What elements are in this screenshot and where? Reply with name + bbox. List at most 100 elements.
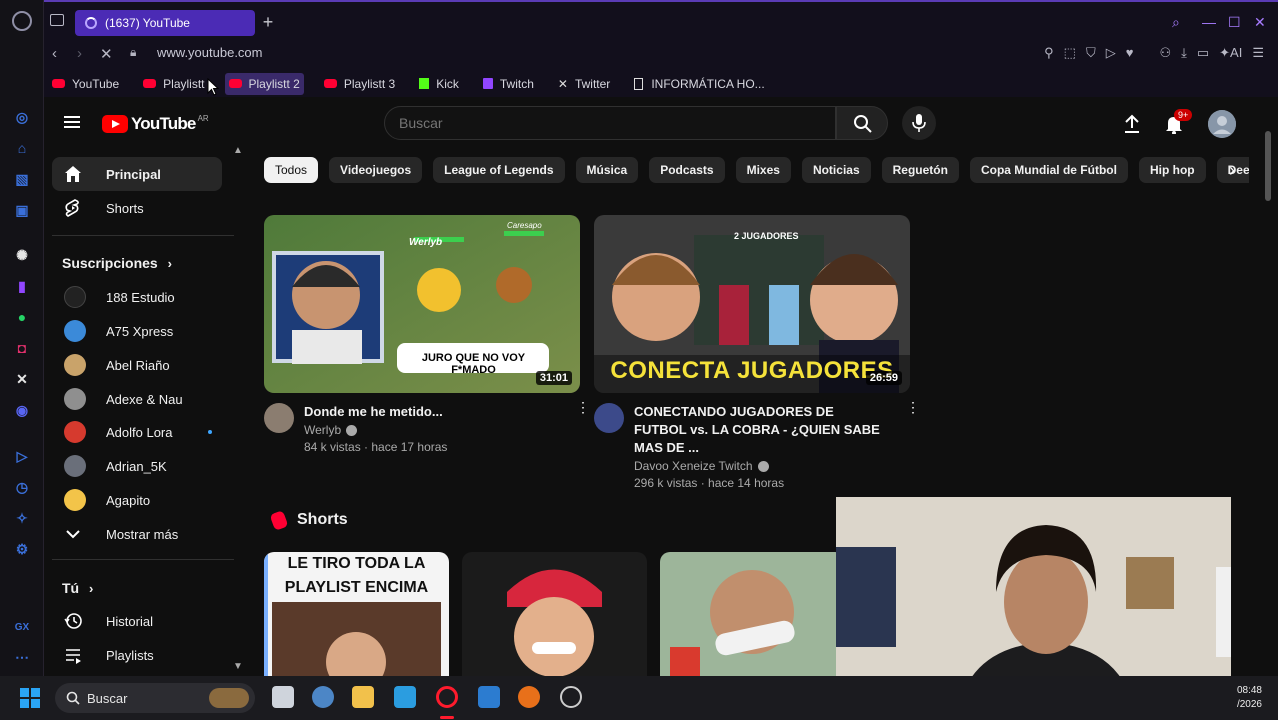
instagram-icon[interactable]: ◘ (13, 339, 31, 357)
file-explorer-icon[interactable] (352, 686, 374, 708)
new-tab-button[interactable]: + (258, 12, 278, 32)
twitch-icon[interactable]: ▮ (13, 277, 31, 295)
history-icon[interactable]: ◷ (13, 478, 31, 496)
tab-menu-icon[interactable] (50, 14, 64, 26)
more-actions-icon[interactable]: ⋮ (906, 400, 920, 414)
gx-control-icon[interactable]: ⌂ (13, 139, 31, 157)
short-card[interactable] (660, 552, 845, 676)
page-scrollbar[interactable] (1265, 131, 1271, 201)
close-window-button[interactable]: ✕ (1254, 14, 1266, 31)
heart-icon[interactable]: ♥ (1126, 45, 1134, 61)
chatgpt-icon[interactable]: ✺ (13, 246, 31, 264)
bookmark-playlistt-3[interactable]: Playlistt 3 (320, 73, 399, 95)
sidebar-item-principal[interactable]: Principal (52, 157, 222, 191)
sidebar-scroll-down-icon[interactable]: ▼ (233, 661, 243, 672)
youtube-logo[interactable]: YouTube AR (102, 114, 209, 134)
short-card[interactable] (462, 552, 647, 676)
video-channel[interactable]: Werlyb (304, 423, 582, 437)
app-icon[interactable] (478, 686, 500, 708)
taskbar-clock[interactable]: 08:48 /2026 (1232, 684, 1262, 712)
chip-videojuegos[interactable]: Videojuegos (329, 157, 423, 183)
taskbar-search[interactable]: Buscar (55, 683, 255, 713)
subscription-188-estudio[interactable]: 188 Estudio (52, 280, 222, 314)
short-card[interactable]: LE TIRO TODA LA PLAYLIST ENCIMA (264, 552, 449, 676)
settings-icon[interactable]: ⚙ (13, 540, 31, 558)
video-thumbnail[interactable]: Werlyb Caresapo JURO QUE NO VOY F*MADO 3… (264, 215, 580, 393)
bookmark-kick[interactable]: Kick (415, 73, 463, 95)
video-card[interactable]: 2 JUGADORES CONECTA JUGADORES 26:59 CONE… (594, 215, 920, 490)
chip-league-of-legends[interactable]: League of Legends (433, 157, 565, 183)
video-thumbnail[interactable]: 2 JUGADORES CONECTA JUGADORES 26:59 (594, 215, 910, 393)
notepad-icon[interactable] (394, 686, 416, 708)
extensions-icon[interactable]: ✧ (13, 509, 31, 527)
bookmark-youtube[interactable]: YouTube (48, 73, 123, 95)
x-icon[interactable]: ✕ (13, 370, 31, 388)
search-input[interactable] (385, 107, 835, 139)
menu-icon[interactable]: ☰ (1252, 45, 1264, 61)
video-title[interactable]: Donde me he metido... (304, 403, 554, 421)
settings-icon[interactable] (312, 686, 334, 708)
voice-search-button[interactable] (902, 106, 936, 140)
video-channel[interactable]: Davoo Xeneize Twitch (634, 459, 912, 473)
bookmark-informatica[interactable]: INFORMÁTICA HO... (630, 73, 768, 95)
subscription-abel-riano[interactable]: Abel Riaño (52, 348, 222, 382)
bookmark-twitch[interactable]: Twitch (479, 73, 538, 95)
whatsapp-icon[interactable]: ● (13, 308, 31, 326)
chip-noticias[interactable]: Noticias (801, 157, 871, 183)
chip-copa-mundial[interactable]: Copa Mundial de Fútbol (969, 157, 1128, 183)
guide-menu-icon[interactable] (64, 116, 80, 128)
account-avatar[interactable] (1208, 110, 1236, 138)
chip-podcasts[interactable]: Podcasts (649, 157, 725, 183)
snapshot-icon[interactable]: ⬚ (1064, 45, 1076, 61)
search-button[interactable] (836, 106, 888, 140)
video-card[interactable]: Werlyb Caresapo JURO QUE NO VOY F*MADO 3… (264, 215, 590, 454)
chip-mixes[interactable]: Mixes (735, 157, 791, 183)
chip-regueton[interactable]: Reguetón (881, 157, 959, 183)
back-button[interactable]: ‹ (52, 45, 57, 62)
battery-icon[interactable]: ▭ (1197, 45, 1209, 61)
download-icon[interactable]: ⤓ (1181, 45, 1187, 61)
more-icon[interactable]: ⋯ (13, 648, 31, 666)
chip-todos[interactable]: Todos (264, 157, 319, 183)
tab-youtube[interactable]: (1637) YouTube (75, 10, 255, 36)
speed-dial-icon[interactable]: ◎ (13, 108, 31, 126)
discord-icon[interactable]: ◉ (13, 401, 31, 419)
chip-hip-hop[interactable]: Hip hop (1138, 157, 1206, 183)
play-icon[interactable]: ▷ (1106, 45, 1116, 61)
video-title[interactable]: CONECTANDO JUGADORES DE FUTBOL vs. LA CO… (634, 403, 884, 457)
channel-avatar[interactable] (264, 403, 294, 433)
subscription-adolfo-lora[interactable]: Adolfo Lora (52, 415, 222, 449)
account-icon[interactable]: ⚇ (1159, 45, 1171, 61)
bookmark-playlistt-2[interactable]: Playlistt 2 (224, 72, 304, 95)
chips-next-button[interactable]: › (1229, 159, 1249, 183)
opera-gx-icon[interactable] (436, 686, 458, 708)
subscription-agapito[interactable]: Agapito (52, 483, 222, 517)
bookmark-playlistt[interactable]: Playlistt (139, 73, 208, 95)
maximize-button[interactable]: ☐ (1228, 14, 1241, 31)
you-heading[interactable]: Tú › (62, 580, 93, 596)
windows-start-icon[interactable] (20, 688, 40, 708)
sidebar-item-historial[interactable]: Historial (52, 604, 222, 638)
subscription-adexe-nau[interactable]: Adexe & Nau (52, 382, 222, 416)
chip-musica[interactable]: Música (575, 157, 639, 183)
sidebar-item-playlists[interactable]: Playlists (52, 638, 222, 672)
upload-icon[interactable] (1122, 114, 1142, 134)
search-tabs-icon[interactable]: ⌕ (1172, 14, 1180, 31)
player-icon[interactable]: ▷ (13, 447, 31, 465)
minimize-button[interactable]: — (1202, 14, 1216, 30)
bookmark-twitter[interactable]: ✕ Twitter (554, 73, 614, 95)
opera-logo-icon[interactable] (12, 11, 32, 31)
chat-app-icon[interactable] (560, 686, 582, 708)
stop-loading-button[interactable]: ✕ (100, 45, 113, 63)
forward-button[interactable]: › (77, 45, 82, 62)
subscriptions-heading[interactable]: Suscripciones › (62, 255, 172, 271)
gx-cleaner-icon[interactable]: ▧ (13, 170, 31, 188)
subscription-a75-xpress[interactable]: A75 Xpress (52, 314, 222, 348)
pin-icon[interactable]: ⚲ (1044, 45, 1054, 61)
shield-icon[interactable]: ⛉ (1086, 45, 1096, 61)
fl-studio-icon[interactable] (518, 686, 540, 708)
subscription-adrian-5k[interactable]: Adrian_5K (52, 449, 222, 483)
sidebar-scroll-up-icon[interactable]: ▲ (233, 145, 243, 156)
show-more-button[interactable]: Mostrar más (52, 517, 222, 551)
sidebar-item-shorts[interactable]: Shorts (52, 191, 222, 225)
